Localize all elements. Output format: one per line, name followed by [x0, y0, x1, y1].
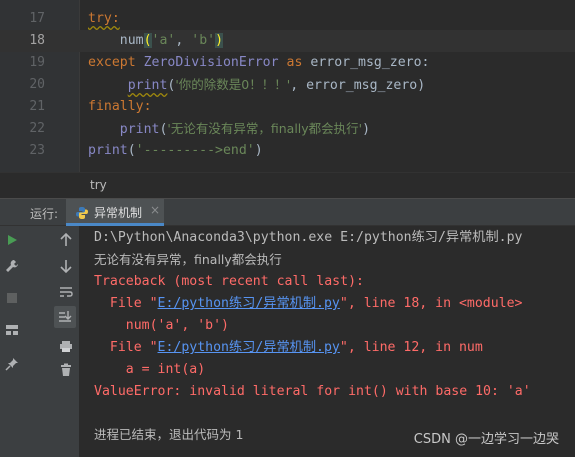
file-link[interactable]: E:/python练习/异常机制.py	[158, 296, 340, 311]
print-icon[interactable]	[56, 336, 76, 356]
code-text: print('无论有没有异常，finally都会执行')	[119, 121, 371, 137]
run-toolbar-left	[0, 226, 24, 457]
traceback-code-2: a = int(a)	[94, 362, 206, 377]
line-number: 21	[29, 99, 45, 114]
close-icon[interactable]: ×	[150, 203, 160, 217]
run-icon[interactable]	[2, 230, 22, 250]
console-stdout-line: 无论有没有异常，finally都会执行	[94, 252, 282, 267]
code-text: num('a', 'b')	[119, 33, 224, 48]
layout-icon[interactable]	[2, 320, 22, 340]
stop-icon[interactable]	[2, 288, 22, 308]
traceback-code-1: num('a', 'b')	[94, 318, 229, 333]
watermark: CSDN @一边学习一边哭	[413, 432, 559, 447]
breadcrumb-item[interactable]: try	[90, 178, 107, 192]
line-number: 18	[29, 33, 45, 48]
pin-icon[interactable]	[2, 354, 22, 374]
python-icon	[75, 205, 89, 219]
console-command-line: D:\Python\Anaconda3\python.exe E:/python…	[94, 230, 523, 245]
arrow-up-icon[interactable]	[56, 230, 76, 250]
soft-wrap-icon[interactable]	[56, 282, 76, 302]
breadcrumb: try	[0, 172, 575, 199]
code-text: print('你的除数是0！！！', error_msg_zero)	[127, 77, 426, 93]
code-line-20[interactable]: 20 print('你的除数是0！！！', error_msg_zero)	[0, 74, 575, 96]
console-output[interactable]: D:\Python\Anaconda3\python.exe E:/python…	[80, 226, 575, 457]
line-number: 17	[29, 11, 45, 26]
code-editor[interactable]: 17 try: 18 num('a', 'b') 19 except ZeroD…	[0, 0, 575, 172]
run-toolbar-right	[24, 226, 80, 457]
line-number: 20	[29, 77, 45, 92]
process-exit-line: 进程已结束，退出代码为 1	[94, 427, 244, 442]
code-text: finally:	[88, 99, 152, 114]
line-number: 19	[29, 55, 45, 70]
code-line-21[interactable]: 21 finally:	[0, 96, 575, 118]
code-text: try:	[88, 11, 120, 26]
line-number: 23	[29, 143, 45, 158]
code-text: print('--------->end')	[88, 143, 263, 158]
trash-icon[interactable]	[56, 360, 76, 380]
traceback-frame-2: File "E:/python练习/异常机制.py", line 12, in …	[94, 340, 483, 355]
error-message: ValueError: invalid literal for int() wi…	[94, 384, 531, 399]
code-line-19[interactable]: 19 except ZeroDivisionError as error_msg…	[0, 52, 575, 74]
code-text: except ZeroDivisionError as error_msg_ze…	[88, 55, 430, 70]
run-tab[interactable]: 异常机制 ×	[66, 199, 164, 226]
code-line-23[interactable]: 23 print('--------->end')	[0, 140, 575, 162]
code-line-22[interactable]: 22 print('无论有没有异常，finally都会执行')	[0, 118, 575, 140]
scroll-end-icon[interactable]	[54, 306, 76, 328]
wrench-icon[interactable]	[2, 256, 22, 276]
code-line-17[interactable]: 17 try:	[0, 8, 575, 30]
file-link[interactable]: E:/python练习/异常机制.py	[158, 340, 340, 355]
line-number: 22	[29, 121, 45, 136]
traceback-frame-1: File "E:/python练习/异常机制.py", line 18, in …	[94, 296, 523, 311]
traceback-header: Traceback (most recent call last):	[94, 274, 364, 289]
run-panel-header: 运行: 异常机制 ×	[0, 198, 575, 226]
arrow-down-icon[interactable]	[56, 256, 76, 276]
code-line-18[interactable]: 18 num('a', 'b')	[0, 30, 575, 52]
run-panel-label: 运行:	[30, 207, 59, 221]
run-tab-title: 异常机制	[94, 206, 143, 220]
